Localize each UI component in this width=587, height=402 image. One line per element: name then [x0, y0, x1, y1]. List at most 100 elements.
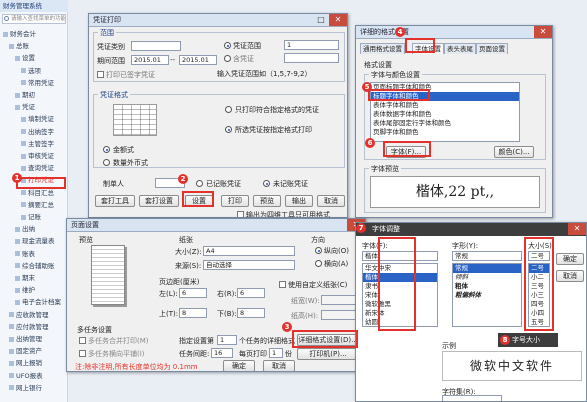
- sidebar-item[interactable]: 网上报销: [9, 357, 42, 367]
- period-from[interactable]: 2015.01: [131, 55, 169, 65]
- tab-header-footer[interactable]: 表头表尾: [444, 43, 476, 54]
- sidebar-item[interactable]: 财务会计: [3, 28, 36, 38]
- sidebar-item[interactable]: 设置: [15, 52, 35, 62]
- sidebar-item[interactable]: 维护: [15, 284, 35, 294]
- sidebar-item[interactable]: 常用凭证: [21, 77, 54, 87]
- amount-radio[interactable]: [103, 146, 110, 153]
- maximize-icon[interactable]: □: [314, 14, 328, 26]
- sidebar-item[interactable]: 账表: [15, 248, 35, 258]
- close-icon[interactable]: ✕: [329, 14, 347, 26]
- source-label: 来源(S):: [175, 262, 202, 270]
- cancel-button[interactable]: 取消: [263, 360, 295, 371]
- font-style-input[interactable]: 常规: [452, 251, 522, 261]
- list-item[interactable]: 粗偏斜体: [453, 291, 521, 300]
- voucher-range-input[interactable]: 1: [284, 40, 339, 50]
- sidebar-item[interactable]: 出纳签字: [21, 126, 54, 136]
- tab-general[interactable]: 通用格式设置: [360, 43, 405, 54]
- font-preview-box: 楷体,22 pt,,: [370, 176, 540, 208]
- sidebar-item-label: 应收款管理: [16, 310, 49, 319]
- document-icon: [15, 104, 20, 110]
- voucher-range-radio[interactable]: [224, 42, 231, 49]
- cancel-button[interactable]: 取消: [556, 270, 584, 282]
- color-button[interactable]: 颜色(C)...: [494, 146, 534, 158]
- sidebar-item[interactable]: 电子会计档案: [15, 296, 61, 306]
- sidebar-item[interactable]: 查询凭证: [21, 162, 54, 172]
- sidebar-item[interactable]: 填制凭证: [21, 113, 54, 123]
- bottom-margin-input[interactable]: 8: [237, 308, 265, 318]
- paper-width-input[interactable]: [321, 295, 357, 305]
- task-gap-label: 任务间距:: [179, 350, 210, 358]
- by-format-radio[interactable]: [225, 126, 232, 133]
- sidebar-item[interactable]: 现金流量表: [15, 235, 55, 245]
- landscape-radio[interactable]: [315, 260, 322, 267]
- list-item[interactable]: 表体尾部固定行字体和颜色: [371, 119, 519, 128]
- printed-filter-checkbox[interactable]: [97, 71, 104, 78]
- sidebar-item[interactable]: 期初: [15, 89, 35, 99]
- document-icon: [15, 92, 20, 98]
- task-gap-input[interactable]: 16: [211, 348, 233, 358]
- sidebar-item-label: 出纳签字: [28, 127, 54, 136]
- font-style-list[interactable]: 常规 倾斜 粗体 粗偏斜体: [452, 263, 522, 327]
- spec-task-select[interactable]: 1: [217, 335, 237, 345]
- list-item[interactable]: 常规: [453, 264, 521, 273]
- template-settings-button[interactable]: 套打设置: [139, 195, 179, 207]
- sidebar-item[interactable]: 审核凭证: [21, 150, 54, 160]
- ok-button[interactable]: 确定: [556, 253, 584, 265]
- sidebar-item[interactable]: 期末: [15, 272, 35, 282]
- step-badge-1: 1: [12, 173, 22, 183]
- script-select[interactable]: [442, 395, 502, 401]
- sidebar-item[interactable]: 摘要汇总: [21, 199, 54, 209]
- include-radio[interactable]: [224, 55, 231, 62]
- list-item[interactable]: 页脚字体和颜色: [371, 128, 519, 137]
- voucher-type-select[interactable]: [131, 41, 181, 51]
- recorded-radio[interactable]: [196, 180, 203, 187]
- sidebar-item[interactable]: 记账: [21, 211, 41, 221]
- sidebar-item[interactable]: 主管签字: [21, 138, 54, 148]
- printer-button[interactable]: 打印机(P)...: [297, 348, 359, 360]
- search-input[interactable]: 请输入查找菜单的功能: [2, 14, 66, 24]
- list-item[interactable]: 粗体: [453, 282, 521, 291]
- sidebar-item[interactable]: UFO报表: [9, 370, 43, 380]
- tab-page[interactable]: 页面设置: [476, 43, 508, 54]
- only-match-radio[interactable]: [225, 106, 232, 113]
- per-page-label: 每页打印: [239, 350, 267, 358]
- paper-size-select[interactable]: A4: [203, 246, 295, 256]
- sidebar-item[interactable]: 总账: [9, 40, 29, 50]
- print-button[interactable]: 打印: [221, 195, 249, 207]
- include-input[interactable]: [284, 53, 339, 63]
- sidebar-item[interactable]: 应收款管理: [9, 309, 49, 319]
- paper-height-input[interactable]: [321, 310, 357, 320]
- paper-source-select[interactable]: 自动选择: [203, 260, 295, 270]
- sidebar-item[interactable]: 出纳管理: [9, 333, 42, 343]
- multi-preview-checkbox[interactable]: [79, 350, 86, 357]
- list-item[interactable]: 倾斜: [453, 273, 521, 282]
- recorded-label: 已记账凭证: [206, 180, 241, 188]
- output-format-checkbox[interactable]: [237, 211, 244, 217]
- sidebar-item[interactable]: 应付款管理: [9, 321, 49, 331]
- sidebar-item[interactable]: 网上银行: [9, 382, 42, 392]
- sidebar-item[interactable]: 综合辅助账: [15, 260, 55, 270]
- multi-print-checkbox[interactable]: [79, 337, 86, 344]
- per-page-input[interactable]: 1: [269, 348, 283, 358]
- sidebar-item[interactable]: 选项: [21, 65, 41, 75]
- portrait-radio[interactable]: [315, 247, 322, 254]
- sidebar-item[interactable]: 出纳: [15, 223, 35, 233]
- close-icon[interactable]: ✕: [568, 223, 586, 235]
- ok-button[interactable]: 确定: [223, 360, 255, 371]
- list-item[interactable]: 表体字体和颜色: [371, 101, 519, 110]
- custom-paper-checkbox[interactable]: [279, 281, 286, 288]
- preview-button[interactable]: 预览: [253, 195, 281, 207]
- right-margin-input[interactable]: 6: [237, 288, 265, 298]
- close-icon[interactable]: ✕: [534, 26, 552, 38]
- top-margin-input[interactable]: 8: [179, 308, 207, 318]
- period-to[interactable]: 2015.01: [179, 55, 217, 65]
- output-button[interactable]: 输出: [285, 195, 313, 207]
- template-tool-button[interactable]: 套打工具: [95, 195, 135, 207]
- unrecorded-radio[interactable]: [263, 180, 270, 187]
- cancel-button[interactable]: 取消: [317, 195, 345, 207]
- quantity-radio[interactable]: [103, 159, 110, 166]
- sidebar-item[interactable]: 凭证: [15, 101, 35, 111]
- left-margin-input[interactable]: 6: [179, 288, 207, 298]
- list-item[interactable]: 表体数据字体和颜色: [371, 110, 519, 119]
- sidebar-item[interactable]: 固定资产: [9, 345, 42, 355]
